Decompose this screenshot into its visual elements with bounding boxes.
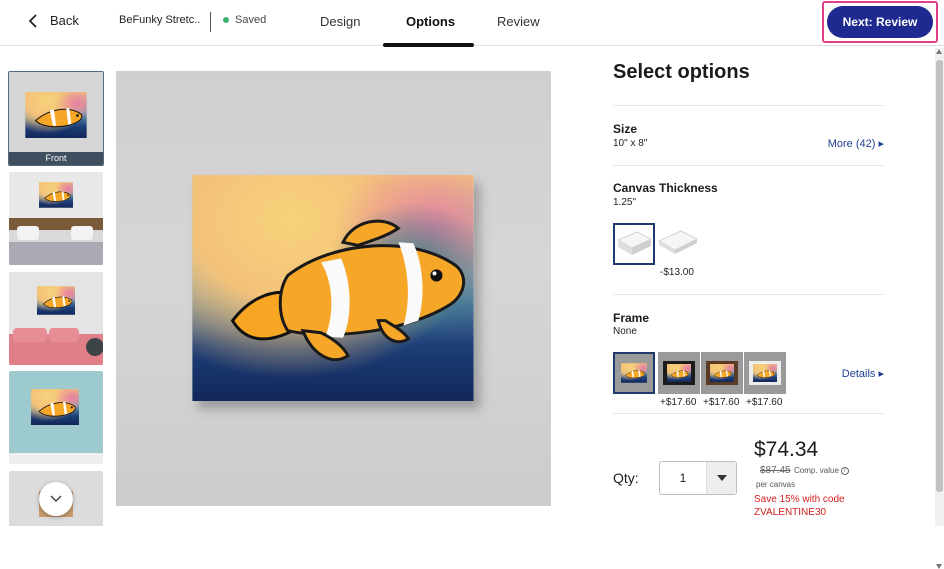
- frame-label: Frame: [613, 311, 650, 325]
- frame-price: +$17.60: [703, 397, 740, 408]
- thumbnail-bedroom[interactable]: [9, 172, 103, 265]
- chevron-down-icon: [50, 495, 62, 503]
- active-tab-indicator: [383, 43, 474, 47]
- thumbnail-front[interactable]: Front: [8, 71, 104, 166]
- scroll-up-icon[interactable]: [936, 49, 942, 54]
- thumbnail-strip: Front: [8, 71, 104, 526]
- tab-review[interactable]: Review: [497, 14, 540, 29]
- back-label: Back: [50, 13, 79, 28]
- more-sizes-link[interactable]: More (42) ▸: [828, 137, 884, 150]
- size-value: 10" x 8": [613, 138, 648, 149]
- tab-design[interactable]: Design: [320, 14, 360, 29]
- frame-walnut-image: [701, 352, 743, 394]
- comp-value-label: Comp. value: [794, 466, 839, 475]
- frame-option-black[interactable]: [658, 352, 700, 394]
- quantity-select[interactable]: 1: [659, 461, 737, 495]
- caret-right-icon: ▸: [878, 138, 884, 150]
- thickness-option-thin[interactable]: [657, 223, 699, 265]
- thumbnail-bedroom-image: [9, 172, 103, 265]
- frame-option-white[interactable]: [744, 352, 786, 394]
- scroll-down-icon[interactable]: [936, 564, 942, 569]
- thickness-value: 1.25": [613, 197, 637, 208]
- divider: [613, 294, 884, 295]
- scrollbar-thumb[interactable]: [936, 60, 943, 492]
- saved-dot-icon: [223, 17, 229, 23]
- divider: [613, 165, 884, 166]
- thickness-option-thick[interactable]: [613, 223, 655, 265]
- canvas-preview: [192, 175, 474, 401]
- thumbnail-teal-wall-image: [9, 371, 103, 464]
- options-panel: Select options Size 10" x 8" More (42) ▸…: [613, 0, 884, 526]
- thumbnail-scroll-down-button[interactable]: [39, 482, 73, 516]
- frame-price: +$17.60: [746, 397, 783, 408]
- caret-down-icon: [716, 475, 727, 481]
- save-status-label: Saved: [235, 14, 267, 26]
- caret-right-icon: ▸: [878, 368, 884, 380]
- info-icon[interactable]: i: [840, 466, 849, 475]
- frame-black-image: [658, 352, 700, 394]
- thumbnail-teal-wall[interactable]: [9, 371, 103, 464]
- thumbnail-living-room[interactable]: [9, 272, 103, 365]
- frame-price: +$17.60: [660, 397, 697, 408]
- save-status: Saved: [223, 14, 266, 26]
- thick-canvas-icon: [617, 231, 652, 255]
- thickness-label: Canvas Thickness: [613, 181, 718, 195]
- original-price: $87.45: [760, 465, 791, 476]
- thumbnail-label: Front: [9, 152, 103, 165]
- back-button[interactable]: Back: [28, 13, 79, 28]
- tab-options[interactable]: Options: [406, 14, 455, 29]
- frame-details-label: Details: [841, 368, 876, 380]
- quantity-value: 1: [679, 471, 687, 485]
- divider: [210, 12, 211, 32]
- thumbnail-living-room-image: [9, 272, 103, 365]
- quantity-label: Qty:: [613, 470, 639, 486]
- page-title: Select options: [613, 61, 750, 83]
- frame-value: None: [613, 326, 637, 337]
- size-label: Size: [613, 122, 638, 136]
- project-name[interactable]: BeFunky Stretc...: [119, 14, 201, 26]
- divider: [613, 413, 884, 414]
- quantity-dropdown-button[interactable]: [706, 462, 736, 494]
- thin-canvas-icon: [658, 230, 698, 254]
- product-preview: [116, 71, 551, 506]
- frame-option-walnut[interactable]: [701, 352, 743, 394]
- thickness-price: -$13.00: [660, 267, 694, 278]
- frame-white-image: [744, 352, 786, 394]
- frame-none-image: [615, 354, 653, 392]
- clownfish-artwork: [192, 175, 474, 401]
- chevron-left-icon: [28, 13, 37, 28]
- per-unit-label: per canvas: [756, 480, 796, 489]
- more-sizes-label: More (42): [827, 138, 876, 150]
- frame-option-none[interactable]: [613, 352, 655, 394]
- promo-message: Save 15% with code ZVALENTINE30: [754, 494, 845, 518]
- price: $74.34: [754, 438, 819, 461]
- comp-value: Comp. value i: [794, 466, 849, 475]
- divider: [613, 105, 884, 106]
- page-scrollbar[interactable]: [935, 48, 944, 569]
- frame-details-link[interactable]: Details ▸: [842, 367, 884, 380]
